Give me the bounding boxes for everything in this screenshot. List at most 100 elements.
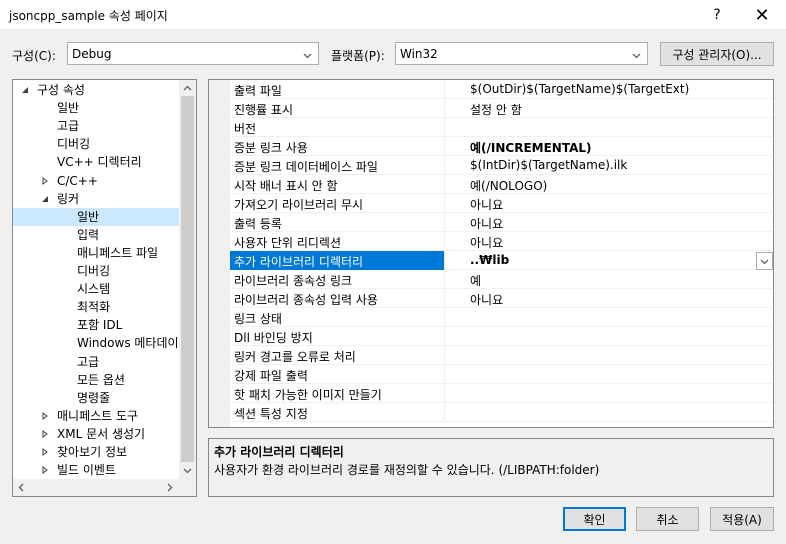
tree-item[interactable]: 일반 bbox=[13, 99, 179, 117]
property-row[interactable]: 버전 bbox=[230, 118, 773, 137]
tree-item[interactable]: 찾아보기 정보 bbox=[13, 443, 179, 461]
tree-item[interactable]: 빌드 이벤트 bbox=[13, 461, 179, 479]
help-button[interactable]: ? bbox=[700, 0, 734, 30]
tree-item[interactable]: 고급 bbox=[13, 353, 179, 371]
property-value[interactable]: 아니요 bbox=[470, 234, 503, 251]
tree-item-label: 찾아보기 정보 bbox=[57, 445, 128, 459]
property-name: 사용자 단위 리디렉션 bbox=[234, 236, 341, 250]
tree-item-label: 매니페스트 도구 bbox=[57, 408, 139, 423]
tree-item-label: 빌드 이벤트 bbox=[57, 463, 117, 478]
property-row[interactable]: 추가 라이브러리 디렉터리 ..₩lib bbox=[230, 251, 773, 270]
tree-item[interactable]: XML 문서 생성기 bbox=[13, 425, 179, 443]
tree-item[interactable]: Windows 메타데이 bbox=[13, 334, 179, 352]
property-row[interactable]: 출력 등록 아니요 bbox=[230, 213, 773, 232]
property-row[interactable]: 시작 배너 표시 안 함 예(/NOLOGO) bbox=[230, 175, 773, 194]
property-row[interactable]: 가져오기 라이브러리 무시 아니요 bbox=[230, 194, 773, 213]
chevron-up-icon[interactable] bbox=[183, 84, 192, 93]
tree-item[interactable]: 구성 속성 bbox=[13, 81, 179, 99]
property-value[interactable]: $(IntDir)$(TargetName).ilk bbox=[470, 158, 627, 172]
column-divider bbox=[444, 99, 445, 118]
property-value[interactable]: 예(/NOLOGO) bbox=[470, 177, 547, 194]
property-row[interactable]: 핫 패치 가능한 이미지 만들기 bbox=[230, 384, 773, 403]
property-value[interactable]: 설정 안 함 bbox=[470, 101, 522, 118]
property-row[interactable]: 링크 상태 bbox=[230, 308, 773, 327]
expanded-arrow-icon[interactable] bbox=[21, 86, 29, 94]
property-grid[interactable]: 출력 파일 $(OutDir)$(TargetName)$(TargetExt) 진… bbox=[208, 79, 774, 428]
tree-item-label: VC++ 디렉터리 bbox=[57, 155, 142, 170]
ok-button[interactable]: 확인 bbox=[563, 507, 626, 531]
expanded-arrow-icon[interactable] bbox=[41, 195, 49, 203]
configuration-manager-button[interactable]: 구성 관리자(O)... bbox=[660, 42, 774, 66]
property-value[interactable]: 예(/INCREMENTAL) bbox=[470, 139, 592, 156]
property-row[interactable]: 출력 파일 $(OutDir)$(TargetName)$(TargetExt) bbox=[230, 80, 773, 99]
property-row[interactable]: 진행률 표시 설정 안 함 bbox=[230, 99, 773, 118]
property-name: 강제 파일 출력 bbox=[234, 369, 308, 383]
column-divider bbox=[444, 384, 445, 403]
chevron-right-icon[interactable] bbox=[165, 483, 174, 492]
tree-horizontal-scrollbar[interactable] bbox=[13, 479, 179, 496]
property-value[interactable]: ..₩lib bbox=[470, 253, 509, 267]
tree-item[interactable]: 매니페스트 도구 bbox=[13, 407, 179, 425]
collapsed-arrow-icon[interactable] bbox=[41, 176, 49, 185]
chevron-left-icon[interactable] bbox=[17, 483, 26, 492]
tree-vertical-scrollbar[interactable] bbox=[179, 80, 196, 479]
platform-combo[interactable]: Win32 bbox=[395, 42, 648, 65]
property-row[interactable]: 사용자 단위 리디렉션 아니요 bbox=[230, 232, 773, 251]
property-name: 증분 링크 사용 bbox=[234, 141, 308, 155]
tree-item[interactable]: C/C++ bbox=[13, 172, 179, 190]
tree-item[interactable]: 디버깅 bbox=[13, 262, 179, 280]
collapsed-arrow-icon[interactable] bbox=[41, 448, 49, 456]
tree-item[interactable]: 링커 bbox=[13, 190, 179, 208]
tree-item[interactable]: 모든 옵션 bbox=[13, 371, 179, 389]
tree-item[interactable]: VC++ 디렉터리 bbox=[13, 153, 179, 171]
property-dropdown-button[interactable] bbox=[756, 252, 773, 270]
property-row[interactable]: 증분 링크 사용 예(/INCREMENTAL) bbox=[230, 137, 773, 156]
column-divider bbox=[444, 289, 445, 308]
chevron-down-icon bbox=[303, 53, 312, 59]
tree-item[interactable]: 시스템 bbox=[13, 280, 179, 298]
tree-item[interactable]: 일반 bbox=[13, 207, 179, 226]
property-row[interactable]: Dll 바인딩 방지 bbox=[230, 327, 773, 346]
description-text: 사용자가 환경 라이브러리 경로를 재정의할 수 있습니다. (/LIBPATH… bbox=[214, 463, 600, 477]
property-row[interactable]: 라이브러리 종속성 입력 사용 아니요 bbox=[230, 289, 773, 308]
cancel-button[interactable]: 취소 bbox=[636, 507, 699, 531]
property-value[interactable]: 아니요 bbox=[470, 196, 503, 213]
column-divider bbox=[444, 327, 445, 346]
tree-item[interactable]: 최적화 bbox=[13, 298, 179, 316]
tree-item-label: XML 문서 생성기 bbox=[57, 426, 146, 441]
apply-button[interactable]: 적용(A) bbox=[710, 507, 774, 531]
tree-item-label: 디버깅 bbox=[77, 264, 111, 278]
property-row[interactable]: 섹션 특성 지정 bbox=[230, 403, 773, 422]
close-button[interactable]: ✕ bbox=[742, 0, 782, 30]
tree-item-label: 고급 bbox=[57, 119, 80, 134]
property-name: 링크 상태 bbox=[234, 312, 282, 326]
tree-item-label: 포함 IDL bbox=[77, 318, 123, 333]
property-value[interactable]: 예 bbox=[470, 272, 481, 289]
column-divider bbox=[444, 346, 445, 365]
property-value[interactable]: 아니요 bbox=[470, 215, 503, 232]
property-row[interactable]: 증분 링크 데이터베이스 파일 $(IntDir)$(TargetName).il… bbox=[230, 156, 773, 175]
configuration-combo[interactable]: Debug bbox=[67, 42, 319, 65]
tree-item[interactable]: 디버깅 bbox=[13, 135, 179, 153]
tree-item-label: 명령줄 bbox=[77, 390, 111, 405]
description-panel: 추가 라이브러리 디렉터리 사용자가 환경 라이브러리 경로를 재정의할 수 있… bbox=[208, 438, 774, 497]
tree-item[interactable]: 고급 bbox=[13, 117, 179, 135]
collapsed-arrow-icon[interactable] bbox=[41, 429, 49, 438]
tree-item[interactable]: 명령줄 bbox=[13, 389, 179, 407]
tree-item[interactable]: 매니페스트 파일 bbox=[13, 244, 179, 262]
tree-item[interactable]: 포함 IDL bbox=[13, 316, 179, 334]
tree-item[interactable]: 입력 bbox=[13, 226, 179, 244]
property-row[interactable]: 링커 경고를 오류로 처리 bbox=[230, 346, 773, 365]
property-row[interactable]: 라이브러리 종속성 링크 예 bbox=[230, 270, 773, 289]
category-tree[interactable]: 구성 속성 일반 고급 디버깅 VC++ 디렉터리 C/C++ 링커 일반 입력 매니페스트 파일… bbox=[12, 79, 197, 497]
collapsed-arrow-icon[interactable] bbox=[41, 411, 49, 420]
close-icon: ✕ bbox=[754, 4, 770, 26]
property-value[interactable]: 아니요 bbox=[470, 291, 503, 308]
property-value[interactable]: $(OutDir)$(TargetName)$(TargetExt) bbox=[470, 82, 689, 96]
column-divider bbox=[444, 232, 445, 251]
chevron-down-icon[interactable] bbox=[183, 466, 192, 475]
property-row[interactable]: 강제 파일 출력 bbox=[230, 365, 773, 384]
collapsed-arrow-icon[interactable] bbox=[41, 466, 49, 475]
tree-item-label: 링커 bbox=[57, 191, 80, 206]
tree-scroll-thumb[interactable] bbox=[181, 96, 194, 462]
